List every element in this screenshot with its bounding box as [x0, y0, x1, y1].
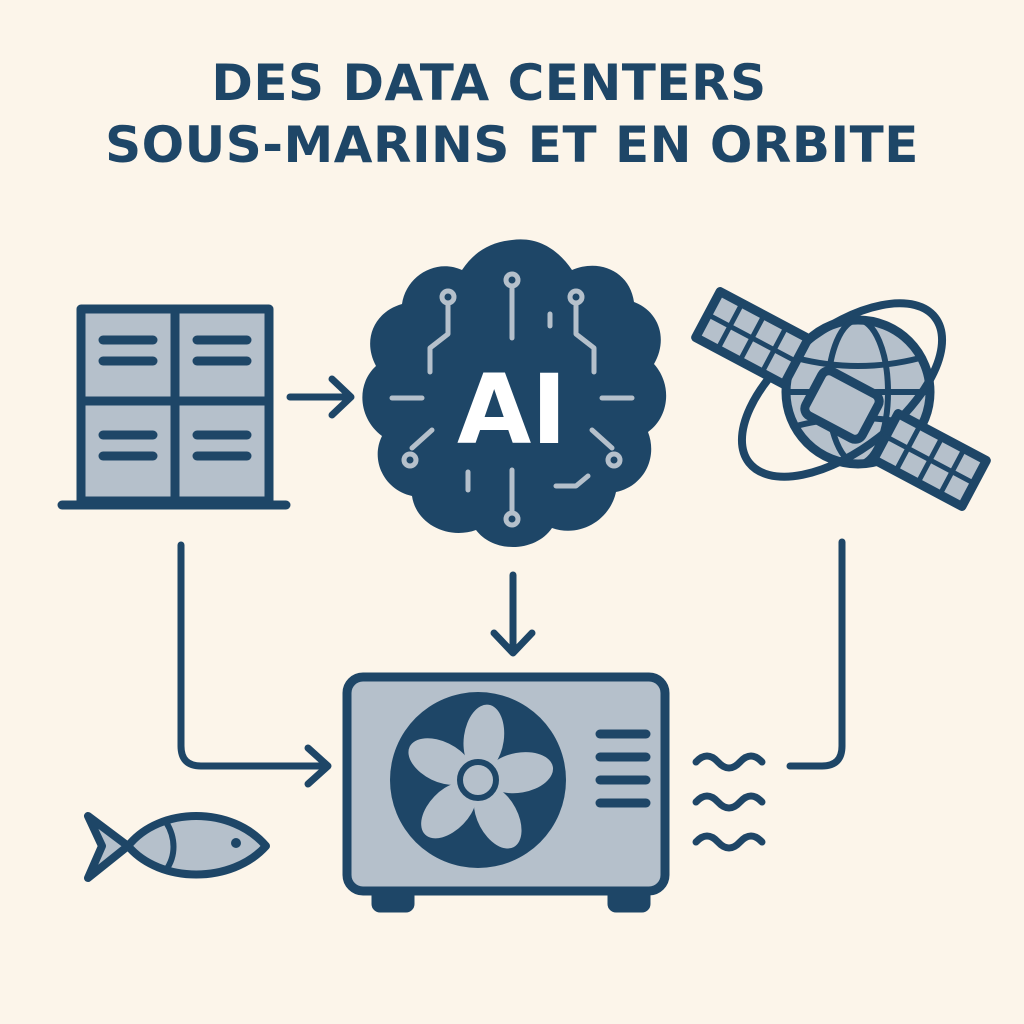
water-waves-icon — [692, 752, 766, 852]
ai-label: AI — [457, 354, 567, 466]
diagram-canvas: AI — [57, 239, 991, 913]
connector-satellite-to-cooling — [786, 538, 846, 770]
arrow-server-to-ai — [286, 375, 355, 419]
server-rack-icon — [57, 304, 291, 510]
cooling-unit-icon — [342, 672, 670, 913]
satellite-globe-icon — [691, 287, 991, 511]
fish-icon — [84, 812, 270, 882]
arrow-ai-to-cooling — [490, 571, 536, 657]
arrow-server-to-cooling — [177, 541, 332, 788]
ai-brain-chip-icon: AI — [362, 239, 667, 548]
